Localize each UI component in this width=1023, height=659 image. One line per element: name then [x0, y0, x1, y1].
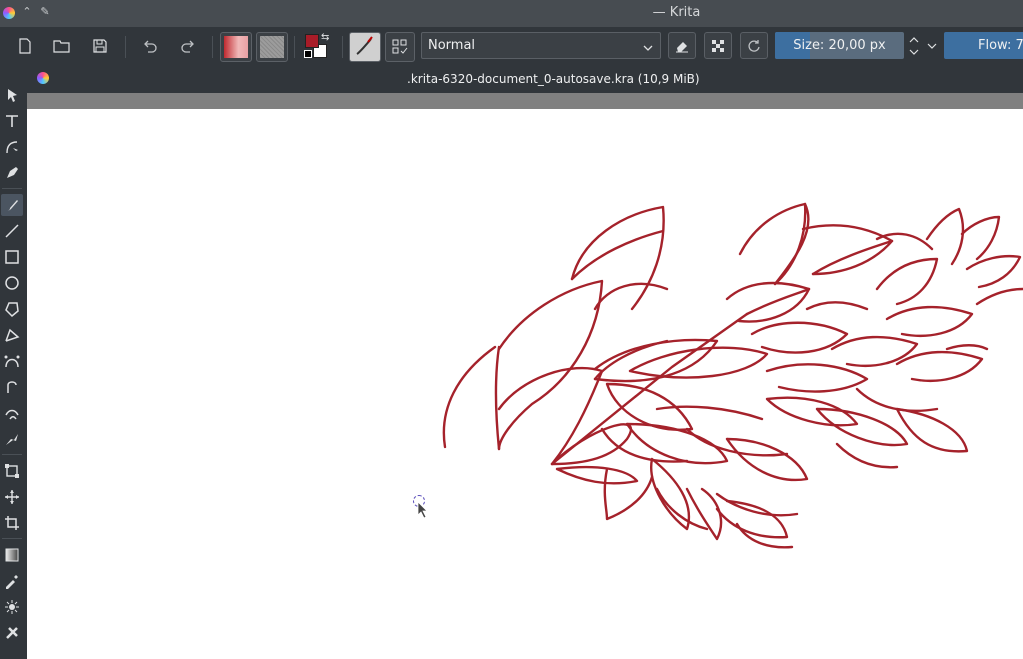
smart-patch-tool-icon[interactable]: [1, 622, 23, 644]
blend-mode-select[interactable]: Normal: [421, 32, 661, 59]
preserve-alpha-button[interactable]: [704, 32, 732, 59]
brush-flow-value: Flow: 7: [978, 38, 1023, 53]
reset-colors-icon[interactable]: [304, 50, 312, 58]
polygon-tool-icon[interactable]: [1, 298, 23, 320]
canvas-area[interactable]: [27, 93, 1023, 659]
gradient-selector[interactable]: [220, 32, 252, 62]
swap-colors-icon[interactable]: ⇆: [321, 32, 329, 43]
document-tab-bar: .krita-6320-document_0-autosave.kra (10,…: [27, 66, 1023, 93]
document-tab-title[interactable]: .krita-6320-document_0-autosave.kra (10,…: [407, 72, 700, 86]
eraser-mode-button[interactable]: [668, 32, 696, 59]
document-icon: [37, 72, 49, 84]
ellipse-tool-icon[interactable]: [1, 272, 23, 294]
freehand-path-tool-icon[interactable]: [1, 376, 23, 398]
redo-icon[interactable]: [175, 33, 201, 59]
size-spinner-icon[interactable]: [907, 33, 921, 59]
size-options-chevron-icon[interactable]: [925, 38, 939, 52]
gradient-tool-icon[interactable]: [1, 544, 23, 566]
text-tool-icon[interactable]: [1, 110, 23, 132]
blend-mode-value: Normal: [428, 38, 476, 53]
alpha-lock-icon: [712, 39, 724, 52]
window-titlebar: ⌃ ✎ — Krita: [0, 0, 1023, 27]
move-tool-icon[interactable]: [1, 486, 23, 508]
freehand-brush-tool-icon[interactable]: [1, 194, 23, 216]
pattern-preview: [260, 36, 284, 58]
pattern-selector[interactable]: [256, 32, 288, 62]
brush-size-slider[interactable]: Size: 20,00 px: [775, 32, 904, 59]
eraser-icon: [676, 41, 688, 52]
multibrush-tool-icon[interactable]: [1, 428, 23, 450]
select-shapes-tool-icon[interactable]: [1, 84, 23, 106]
brush-preset-icon: [356, 36, 373, 55]
foreground-color-swatch[interactable]: [305, 34, 319, 48]
calligraphy-tool-icon[interactable]: [1, 162, 23, 184]
open-document-icon[interactable]: [49, 33, 75, 59]
leaf-drawing: [442, 202, 1023, 549]
colorize-mask-tool-icon[interactable]: [1, 596, 23, 618]
brush-preset-selector[interactable]: [349, 32, 381, 62]
rectangle-tool-icon[interactable]: [1, 246, 23, 268]
toolbox: [0, 66, 27, 659]
color-selector[interactable]: ⇆: [303, 32, 333, 62]
bezier-curve-tool-icon[interactable]: [1, 350, 23, 372]
reload-icon: [748, 39, 760, 52]
gradient-preview: [224, 36, 248, 58]
new-document-icon[interactable]: [12, 33, 38, 59]
crop-tool-icon[interactable]: [1, 512, 23, 534]
undo-icon[interactable]: [137, 33, 163, 59]
dynamic-brush-tool-icon[interactable]: [1, 402, 23, 424]
color-picker-tool-icon[interactable]: [1, 570, 23, 592]
brush-settings-icon: [392, 39, 408, 54]
edit-shapes-tool-icon[interactable]: [1, 136, 23, 158]
mouse-pointer-icon: [417, 501, 428, 519]
brush-size-value: Size: 20,00 px: [793, 38, 886, 53]
brush-settings-button[interactable]: [385, 32, 415, 62]
chevron-down-icon: [642, 39, 654, 58]
brush-flow-slider[interactable]: Flow: 7: [944, 32, 1023, 59]
polyline-tool-icon[interactable]: [1, 324, 23, 346]
reload-preset-button[interactable]: [740, 32, 768, 59]
transform-tool-icon[interactable]: [1, 460, 23, 482]
line-tool-icon[interactable]: [1, 220, 23, 242]
window-title: — Krita: [652, 5, 701, 20]
drawing-canvas[interactable]: [27, 109, 1023, 659]
save-document-icon[interactable]: [87, 33, 113, 59]
